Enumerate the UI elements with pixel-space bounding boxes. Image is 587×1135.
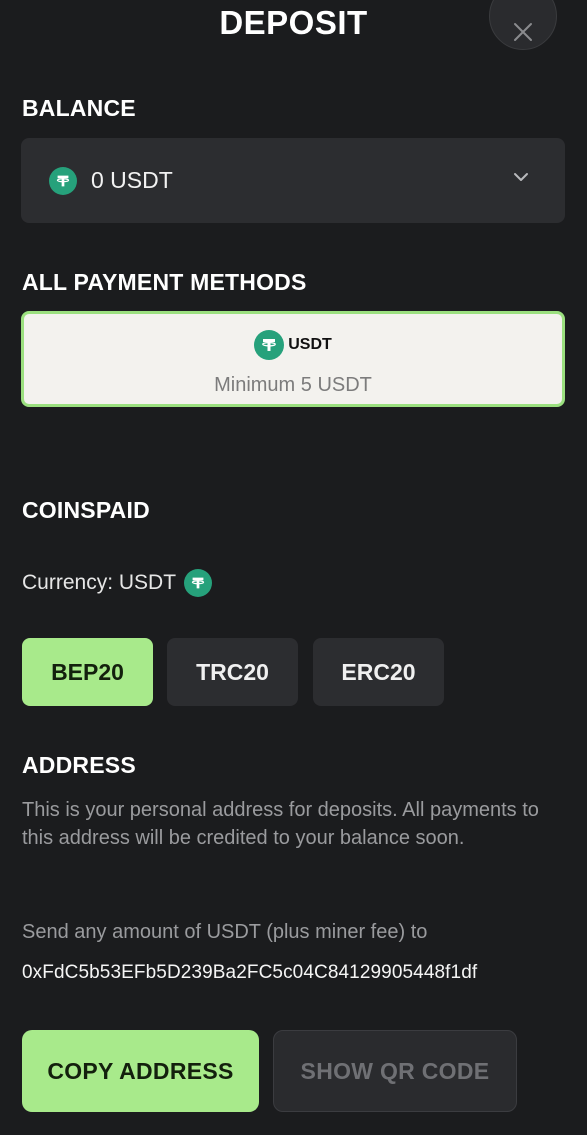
currency-label: Currency: USDT (22, 571, 177, 594)
tether-icon (184, 569, 213, 597)
provider-heading: COINSPAID (22, 497, 150, 523)
address-description: This is your personal address for deposi… (22, 799, 539, 849)
currency-row: Currency: USDT (22, 569, 213, 597)
deposit-modal: DEPOSIT BALANCE 0 USDT ALL PAYMENT METHO… (0, 0, 587, 1135)
network-bep20-button[interactable]: BEP20 (22, 638, 153, 706)
payment-methods-heading: ALL PAYMENT METHODS (22, 269, 307, 295)
close-button[interactable] (489, 0, 557, 50)
copy-address-button[interactable]: COPY ADDRESS (22, 1030, 259, 1112)
deposit-address[interactable]: 0xFdC5b53EFb5D239Ba2FC5c04C84129905448f1… (22, 962, 477, 984)
show-qr-code-button[interactable]: SHOW QR CODE (273, 1030, 517, 1112)
payment-method-name: USDT (288, 336, 332, 353)
payment-method-usdt[interactable]: USDT Minimum 5 USDT (21, 311, 565, 407)
balance-dropdown[interactable]: 0 USDT (21, 138, 565, 223)
payment-method-coin: USDT (24, 330, 562, 360)
chevron-down-icon (514, 173, 528, 181)
send-instruction: Send any amount of USDT (plus miner fee)… (22, 921, 428, 943)
network-erc20-button[interactable]: ERC20 (313, 638, 444, 706)
balance-heading: BALANCE (22, 95, 136, 121)
tether-icon (254, 330, 285, 360)
address-heading: ADDRESS (22, 752, 136, 778)
balance-value: 0 USDT (91, 167, 173, 193)
payment-method-minimum: Minimum 5 USDT (214, 374, 372, 396)
close-icon (514, 23, 532, 41)
network-trc20-button[interactable]: TRC20 (167, 638, 298, 706)
tether-icon (49, 166, 77, 195)
